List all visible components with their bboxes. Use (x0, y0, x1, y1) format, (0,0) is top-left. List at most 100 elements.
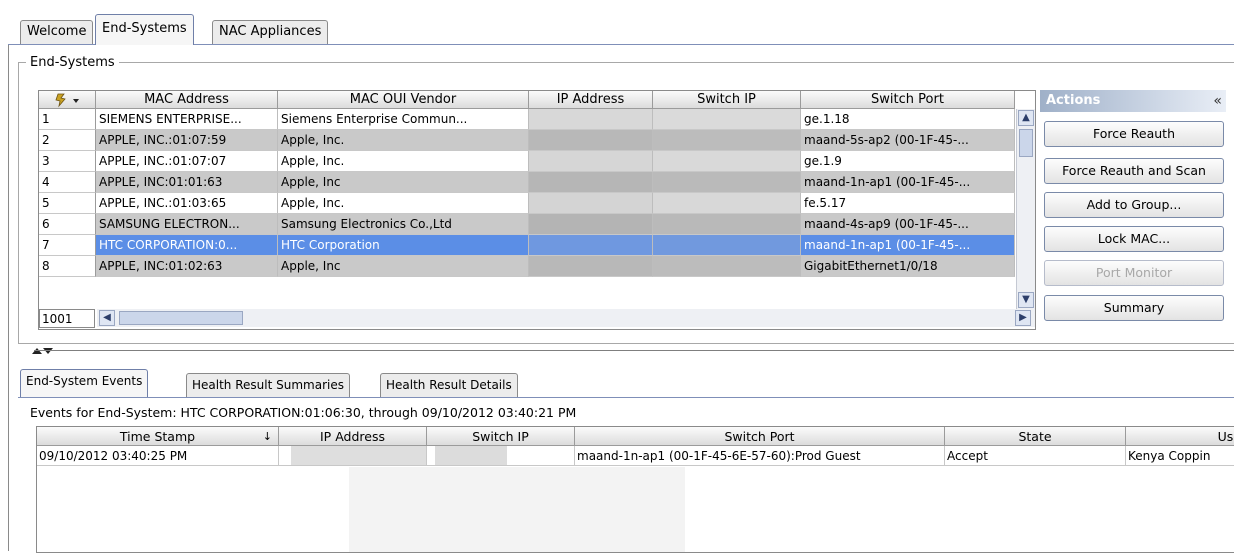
ip-address-cell-redacted (529, 256, 653, 277)
tab-welcome[interactable]: Welcome (20, 20, 94, 44)
column-options-header[interactable] (39, 91, 96, 109)
ip-address-cell-redacted (529, 109, 653, 130)
header-time-stamp[interactable]: Time Stamp ↓ (37, 427, 279, 446)
table-horizontal-scrollbar[interactable]: ◀ ▶ (97, 309, 1035, 327)
row-number: 5 (39, 193, 96, 214)
tab-nac-appliances[interactable]: NAC Appliances (212, 20, 329, 44)
event-state-cell: Accept (945, 446, 1126, 466)
vendor-cell: Apple, Inc (278, 256, 529, 277)
vendor-cell: Samsung Electronics Co.,Ltd (278, 214, 529, 235)
main-tab-strip: Welcome End-Systems NAC Appliances (8, 12, 1234, 46)
header-switch-ip[interactable]: Switch IP (653, 91, 801, 109)
scroll-right-icon[interactable]: ▶ (1015, 310, 1031, 326)
vendor-cell: HTC Corporation (278, 235, 529, 256)
vendor-cell: Apple, Inc. (278, 193, 529, 214)
force-reauth-and-scan-button[interactable]: Force Reauth and Scan (1044, 158, 1224, 184)
force-reauth-button[interactable]: Force Reauth (1044, 121, 1224, 147)
table-row[interactable]: 3 APPLE, INC.:01:07:07 Apple, Inc. ge.1.… (39, 151, 1015, 172)
scroll-left-icon[interactable]: ◀ (99, 310, 115, 326)
mac-address-cell: APPLE, INC.:01:03:65 (96, 193, 278, 214)
end-systems-group-title: End-Systems (26, 55, 119, 70)
header-switch-port[interactable]: Switch Port (575, 427, 945, 446)
header-ip-address[interactable]: IP Address (279, 427, 427, 446)
mac-address-cell: APPLE, INC.:01:07:59 (96, 130, 278, 151)
header-mac-oui-vendor[interactable]: MAC OUI Vendor (278, 91, 529, 109)
row-count-field: 1001 (39, 309, 95, 328)
actions-panel: Actions « Force Reauth Force Reauth and … (1040, 90, 1226, 330)
mac-address-cell: SIEMENS ENTERPRISE... (96, 109, 278, 130)
header-switch-port[interactable]: Switch Port (801, 91, 1015, 109)
switch-port-cell: maand-4s-ap9 (00-1F-45-... (801, 214, 1015, 235)
event-switch-ip-cell-redacted (427, 446, 575, 466)
ip-address-cell-redacted (529, 130, 653, 151)
window-left-edge (8, 44, 9, 551)
switch-port-cell: maand-1n-ap1 (00-1F-45-... (801, 172, 1015, 193)
vertical-scroll-thumb[interactable] (1019, 129, 1033, 157)
events-label: Events for End-System: HTC CORPORATION:0… (30, 405, 577, 420)
header-mac-address[interactable]: MAC Address (96, 91, 278, 109)
switch-ip-cell-redacted (653, 214, 801, 235)
chevron-down-icon (73, 99, 79, 103)
ip-address-cell-redacted (529, 214, 653, 235)
row-number: 2 (39, 130, 96, 151)
scroll-up-icon[interactable]: ▲ (1018, 110, 1034, 126)
bottom-tab-underline (18, 397, 1234, 398)
mac-address-cell: HTC CORPORATION:0... (96, 235, 278, 256)
summary-button[interactable]: Summary (1044, 295, 1224, 321)
lock-mac-button[interactable]: Lock MAC... (1044, 226, 1224, 252)
sort-desc-icon: ↓ (262, 430, 272, 443)
splitter-arrows-icon[interactable] (30, 346, 56, 356)
switch-port-cell: fe.5.17 (801, 193, 1015, 214)
row-number: 8 (39, 256, 96, 277)
switch-port-cell: GigabitEthernet1/0/18 (801, 256, 1015, 277)
actions-header: Actions « (1040, 90, 1226, 112)
header-ip-address[interactable]: IP Address (529, 91, 653, 109)
row-number: 1 (39, 109, 96, 130)
table-row[interactable]: 2 APPLE, INC.:01:07:59 Apple, Inc. maand… (39, 130, 1015, 151)
vendor-cell: Apple, Inc. (278, 151, 529, 172)
vendor-cell: Apple, Inc. (278, 130, 529, 151)
ip-address-cell-redacted (529, 235, 653, 256)
collapse-icon[interactable]: « (1213, 90, 1222, 112)
splitter-line (34, 350, 1234, 351)
ip-address-cell-redacted (529, 172, 653, 193)
events-table: Time Stamp ↓ IP Address Switch IP Switch… (36, 426, 1234, 553)
table-row[interactable]: 5 APPLE, INC.:01:03:65 Apple, Inc. fe.5.… (39, 193, 1015, 214)
switch-ip-cell-redacted (653, 256, 801, 277)
actions-title: Actions (1046, 93, 1101, 108)
table-row[interactable]: 6 SAMSUNG ELECTRON... Samsung Electronic… (39, 214, 1015, 235)
table-vertical-scrollbar[interactable]: ▲ ▼ (1016, 109, 1035, 309)
event-user-cell: Kenya Coppin (1126, 446, 1234, 466)
switch-ip-cell-redacted (653, 193, 801, 214)
scroll-down-icon[interactable]: ▼ (1018, 292, 1034, 308)
header-time-stamp-label: Time Stamp (119, 429, 196, 444)
tab-health-result-summaries[interactable]: Health Result Summaries (186, 373, 350, 397)
row-number: 6 (39, 214, 96, 235)
tab-end-systems[interactable]: End-Systems (95, 14, 194, 45)
redacted-area (349, 467, 685, 552)
add-to-group-button[interactable]: Add to Group... (1044, 192, 1224, 218)
end-systems-table: MAC Address MAC OUI Vendor IP Address Sw… (38, 90, 1036, 330)
horizontal-scroll-thumb[interactable] (119, 311, 243, 325)
header-state[interactable]: State (945, 427, 1126, 446)
table-row[interactable]: 1 SIEMENS ENTERPRISE... Siemens Enterpri… (39, 109, 1015, 130)
tab-health-result-details[interactable]: Health Result Details (380, 373, 518, 397)
table-row[interactable]: 4 APPLE, INC:01:01:63 Apple, Inc maand-1… (39, 172, 1015, 193)
switch-port-cell: maand-5s-ap2 (00-1F-45-... (801, 130, 1015, 151)
row-number: 3 (39, 151, 96, 172)
row-number: 7 (39, 235, 96, 256)
switch-port-cell: ge.1.18 (801, 109, 1015, 130)
switch-ip-cell-redacted (653, 130, 801, 151)
event-timestamp-cell: 09/10/2012 03:40:25 PM (37, 446, 279, 466)
header-switch-ip[interactable]: Switch IP (427, 427, 575, 446)
port-monitor-button[interactable]: Port Monitor (1044, 260, 1224, 286)
table-row-selected[interactable]: 7 HTC CORPORATION:0... HTC Corporation m… (39, 235, 1015, 256)
event-switch-port-cell: maand-1n-ap1 (00-1F-45-6E-57-60):Prod Gu… (575, 446, 945, 466)
table-row[interactable]: 8 APPLE, INC:01:02:63 Apple, Inc Gigabit… (39, 256, 1015, 277)
tab-end-system-events[interactable]: End-System Events (20, 369, 149, 397)
mac-address-cell: SAMSUNG ELECTRON... (96, 214, 278, 235)
filter-icon (55, 93, 79, 108)
header-user[interactable]: Use (1126, 427, 1234, 446)
ip-address-cell-redacted (529, 193, 653, 214)
pane-splitter[interactable] (8, 346, 1234, 356)
